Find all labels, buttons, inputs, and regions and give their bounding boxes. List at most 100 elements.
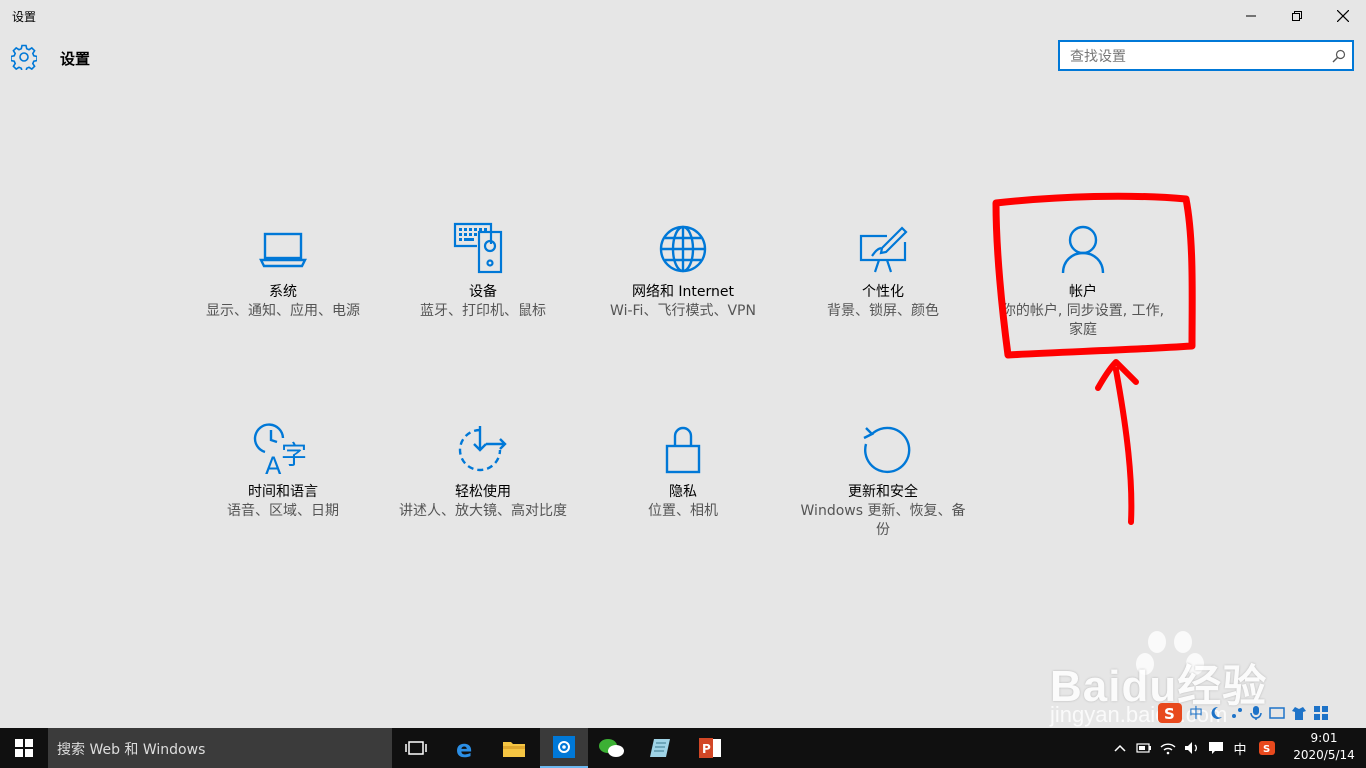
powerpoint-icon: P [699, 738, 721, 758]
tile-name: 时间和语言 [248, 484, 318, 500]
powerpoint-button[interactable]: P [686, 728, 734, 768]
laptop-icon [259, 232, 307, 268]
task-view-icon [405, 741, 427, 755]
file-explorer-icon [503, 742, 525, 757]
svg-text:A: A [265, 452, 282, 480]
edge-icon: e [456, 737, 472, 759]
search-box[interactable] [1058, 40, 1354, 71]
shirt-icon[interactable] [1291, 705, 1307, 721]
refresh-icon [863, 426, 911, 474]
ime-tray-button[interactable]: 中 [1230, 728, 1250, 768]
close-button[interactable] [1320, 0, 1366, 32]
tile-desc: 背景、锁屏、颜色 [827, 303, 939, 319]
minimize-icon [1246, 15, 1256, 17]
annotation-arrow [1095, 359, 1139, 525]
tile-desc: 位置、相机 [648, 503, 718, 519]
tile-devices[interactable]: 设备 蓝牙、打印机、鼠标 [398, 220, 568, 321]
tray-expand-button[interactable] [1110, 728, 1130, 768]
svg-text:S: S [1164, 705, 1175, 723]
svg-text:P: P [702, 742, 711, 756]
volume-icon [1185, 742, 1197, 754]
lock-icon [665, 426, 701, 474]
clock-time: 9:01 [1310, 731, 1338, 745]
wechat-button[interactable] [588, 728, 636, 768]
wechat-icon [599, 739, 624, 757]
minimize-button[interactable] [1228, 0, 1274, 32]
settings-app-icon [553, 736, 575, 758]
network-button[interactable] [1158, 728, 1178, 768]
grid-menu-icon[interactable] [1313, 705, 1329, 721]
punctuation-icon[interactable] [1229, 706, 1243, 720]
moon-icon[interactable] [1209, 706, 1223, 720]
svg-text:字: 字 [281, 441, 307, 471]
chevron-up-icon [1114, 744, 1126, 752]
close-icon [1337, 10, 1349, 22]
tile-network[interactable]: 网络和 Internet Wi-Fi、飞行模式、VPN [598, 220, 768, 321]
title-bar: 设置 [0, 0, 1366, 32]
tile-name: 隐私 [669, 484, 697, 500]
tile-name: 帐户 [1069, 284, 1097, 300]
battery-icon [1136, 743, 1151, 753]
file-explorer-button[interactable] [490, 728, 538, 768]
clock-lang-icon: A 字 [253, 423, 307, 480]
notepad-icon [650, 739, 670, 757]
keyboard-icon[interactable] [1269, 706, 1285, 720]
devices-icon [453, 222, 503, 274]
svg-text:S: S [1263, 744, 1270, 755]
tile-name: 轻松使用 [455, 484, 511, 500]
ime-tray-label[interactable]: 中 [1233, 739, 1246, 758]
restore-button[interactable] [1274, 0, 1320, 32]
search-input[interactable] [1068, 46, 1322, 68]
clock[interactable]: 9:01 2020/5/14 [1282, 730, 1366, 764]
tile-name: 更新和安全 [848, 484, 918, 500]
tile-desc: 讲述人、放大镜、高对比度 [399, 503, 567, 519]
volume-button[interactable] [1182, 728, 1202, 768]
tile-desc: 你的帐户, 同步设置, 工作, 家庭 [1001, 303, 1165, 338]
tile-desc: Windows 更新、恢复、备份 [800, 503, 966, 538]
paint-icon [859, 226, 908, 273]
ime-toolbar[interactable]: S 中 [1157, 700, 1329, 726]
sogou-tray-button[interactable]: S [1256, 728, 1278, 768]
battery-button[interactable] [1134, 728, 1154, 768]
restore-icon [1292, 11, 1302, 21]
window-title: 设置 [12, 10, 37, 24]
gear-icon [11, 44, 37, 70]
globe-icon [659, 225, 707, 273]
notification-icon [1209, 742, 1223, 754]
tile-accounts[interactable]: 帐户 你的帐户, 同步设置, 工作, 家庭 [998, 220, 1168, 340]
taskbar-search-text[interactable]: 搜索 Web 和 Windows [57, 739, 205, 759]
tile-name: 个性化 [862, 284, 904, 300]
tile-desc: 蓝牙、打印机、鼠标 [420, 303, 546, 319]
person-icon [1061, 225, 1105, 274]
start-button[interactable] [0, 728, 48, 768]
tile-ease-of-access[interactable]: 轻松使用 讲述人、放大镜、高对比度 [398, 420, 568, 521]
tile-desc: 语音、区域、日期 [227, 503, 339, 519]
clock-date: 2020/5/14 [1293, 748, 1355, 762]
tile-update-security[interactable]: 更新和安全 Windows 更新、恢复、备份 [798, 420, 968, 540]
notepad-button[interactable] [636, 728, 684, 768]
search-icon[interactable] [1332, 49, 1346, 63]
sogou-tray-icon: S [1259, 741, 1275, 755]
task-view-button[interactable] [392, 728, 440, 768]
tile-personalization[interactable]: 个性化 背景、锁屏、颜色 [798, 220, 968, 321]
taskbar-search[interactable]: 搜索 Web 和 Windows [48, 728, 392, 768]
windows-logo-icon [15, 739, 33, 757]
edge-button[interactable]: e [442, 728, 490, 768]
ime-mode-label[interactable]: 中 [1189, 703, 1203, 723]
tile-privacy[interactable]: 隐私 位置、相机 [598, 420, 768, 521]
sogou-icon[interactable]: S [1157, 702, 1183, 724]
tile-desc: Wi-Fi、飞行模式、VPN [610, 303, 756, 319]
wifi-icon [1160, 743, 1176, 755]
tile-name: 系统 [269, 284, 297, 300]
tile-name: 网络和 Internet [631, 284, 735, 300]
ease-icon [458, 426, 507, 472]
page-title: 设置 [60, 50, 91, 68]
tile-system[interactable]: 系统 显示、通知、应用、电源 [198, 220, 368, 321]
microphone-icon[interactable] [1249, 705, 1263, 721]
tile-time-language[interactable]: A 字 时间和语言 语音、区域、日期 [198, 420, 368, 521]
tile-desc: 显示、通知、应用、电源 [206, 303, 360, 319]
taskbar: 搜索 Web 和 Windows e P 中 S 9:01 2020/5/14 [0, 728, 1366, 768]
action-center-button[interactable] [1206, 728, 1226, 768]
svg-text:e: e [456, 737, 472, 759]
settings-taskbar-button[interactable] [540, 728, 588, 768]
